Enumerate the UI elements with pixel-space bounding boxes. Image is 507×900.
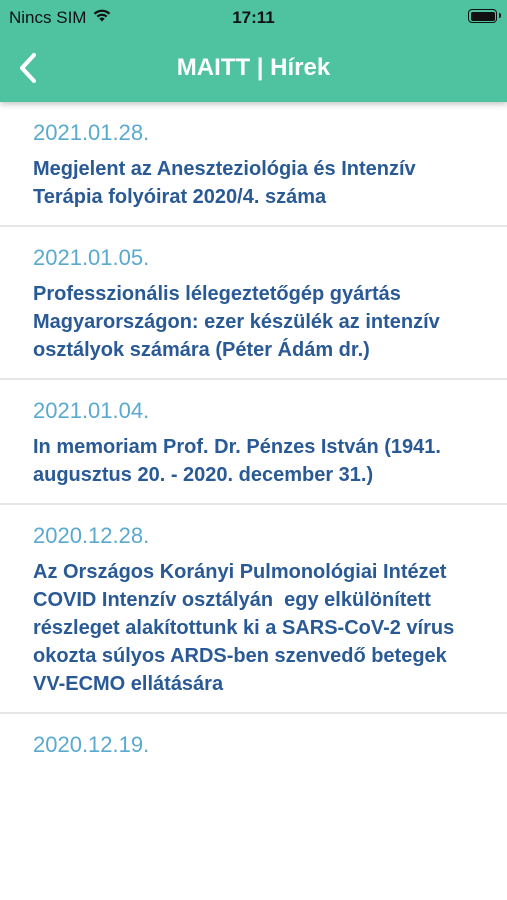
news-item[interactable]: 2021.01.04. In memoriam Prof. Dr. Pénzes…	[0, 380, 507, 505]
news-title: Professzionális lélegeztetőgép gyártás M…	[33, 283, 446, 361]
battery-icon	[468, 9, 501, 23]
status-bar: Nincs SIM 17:11	[0, 0, 507, 34]
news-title: In memoriam Prof. Dr. Pénzes István (194…	[33, 436, 447, 486]
news-item[interactable]: 2021.01.05. Professzionális lélegeztetőg…	[0, 227, 507, 380]
page-title: MAITT | Hírek	[176, 54, 331, 81]
news-date: 2020.12.19.	[33, 732, 150, 757]
news-item[interactable]: 2020.12.19.	[0, 714, 507, 781]
news-date: 2020.12.28.	[33, 523, 150, 548]
news-list: 2021.01.28. Megjelent az Aneszteziológia…	[0, 102, 507, 781]
news-title: Megjelent az Aneszteziológia és Intenzív…	[33, 158, 422, 208]
news-date: 2021.01.28.	[33, 120, 150, 145]
status-time: 17:11	[232, 8, 275, 27]
news-date: 2021.01.04.	[33, 398, 150, 423]
news-date: 2021.01.05.	[33, 245, 150, 270]
news-item[interactable]: 2020.12.28. Az Országos Korányi Pulmonol…	[0, 505, 507, 714]
app-header: Nincs SIM 17:11 MAITT | Hírek	[0, 0, 507, 102]
news-item[interactable]: 2021.01.28. Megjelent az Aneszteziológia…	[0, 102, 507, 227]
news-title: Az Országos Korányi Pulmonológiai Intéze…	[33, 561, 460, 695]
navigation-bar: MAITT | Hírek	[0, 34, 507, 102]
